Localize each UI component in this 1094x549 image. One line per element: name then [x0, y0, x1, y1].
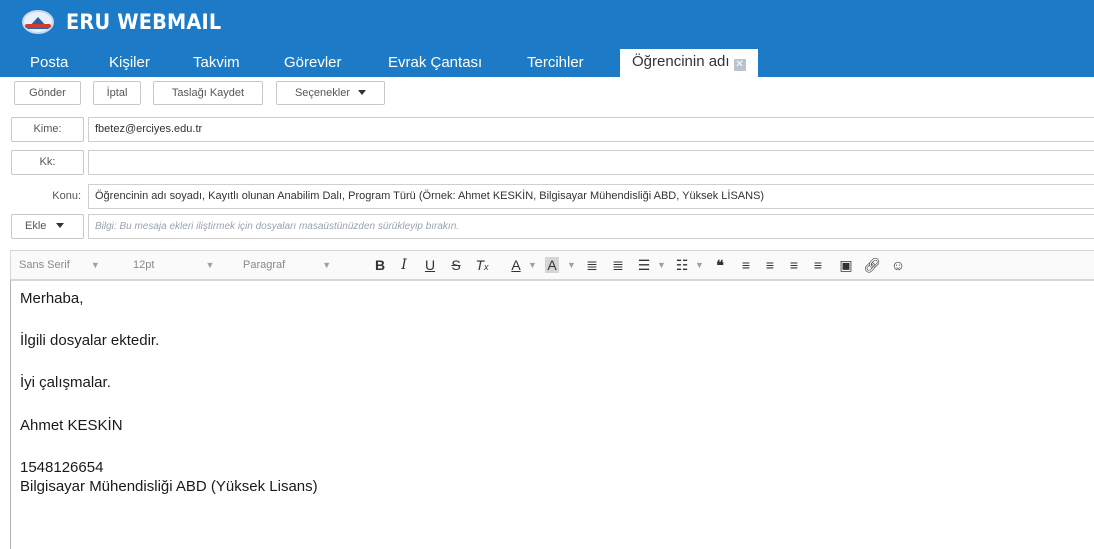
chevron-down-icon[interactable]: ▼ [695, 251, 704, 279]
attach-hint: Bilgi: Bu mesaja ekleri iliştirmek için … [95, 221, 460, 232]
body-signature-name: Ahmet KESKİN [20, 417, 123, 434]
compose-toolbar: Gönder İptal Taslağı Kaydet Seçenekler [0, 79, 1094, 107]
options-label: Seçenekler [294, 87, 351, 99]
body-line-attachments: İlgili dosyalar ektedir. [20, 332, 160, 349]
attach-label: Ekle [25, 220, 47, 232]
italic-icon[interactable]: I [395, 251, 413, 279]
chevron-down-icon: ▼ [205, 260, 215, 270]
message-body-editor[interactable]: Merhaba, İlgili dosyalar ektedir. İyi ça… [10, 280, 1094, 549]
main-tabs: Posta Kişiler Takvim Görevler Evrak Çant… [0, 48, 1094, 77]
align-right-icon[interactable]: ≡ [785, 251, 803, 279]
chevron-down-icon[interactable]: ▼ [567, 251, 576, 279]
numbered-list-icon[interactable]: ☷ [673, 251, 691, 279]
body-greeting: Merhaba, [20, 290, 84, 307]
tab-takvim[interactable]: Takvim [193, 48, 240, 77]
app-title: ERU WEBMAIL [66, 10, 222, 34]
bold-icon[interactable]: B [371, 251, 389, 279]
tab-compose-label: Öğrencinin adı [632, 53, 730, 70]
underline-icon[interactable]: U [421, 251, 439, 279]
insert-image-icon[interactable]: ▣ [837, 251, 855, 279]
university-logo-icon [22, 9, 54, 35]
body-line-closing: İyi çalışmalar. [20, 374, 111, 391]
tab-tercihler[interactable]: Tercihler [527, 48, 584, 77]
insert-link-icon[interactable]: 🔗︎ [863, 251, 881, 279]
chevron-down-icon: ▼ [90, 260, 100, 270]
cc-field[interactable] [88, 150, 1094, 175]
body-student-number: 1548126654 [20, 459, 104, 476]
save-draft-button[interactable]: Taslağı Kaydet [153, 81, 263, 105]
align-justify-icon[interactable]: ≡ [809, 251, 827, 279]
to-field[interactable]: fbetez@erciyes.edu.tr [88, 117, 1094, 142]
text-color-icon[interactable]: A [507, 251, 525, 279]
cc-button[interactable]: Kk: [11, 150, 84, 175]
editor-toolbar: Sans Serif ▼ 12pt ▼ Paragraf ▼ B I U S T… [10, 250, 1094, 280]
attach-drop-zone[interactable]: Bilgi: Bu mesaja ekleri iliştirmek için … [88, 214, 1094, 239]
font-size-select[interactable]: 12pt ▼ [133, 251, 214, 279]
tab-posta[interactable]: Posta [30, 48, 68, 77]
tab-kisiler[interactable]: Kişiler [109, 48, 150, 77]
align-left-icon[interactable]: ≡ [737, 251, 755, 279]
close-icon[interactable]: ✕ [733, 59, 746, 71]
indent-icon[interactable]: ≣ [609, 251, 627, 279]
chevron-down-icon [358, 90, 367, 95]
clear-formatting-icon[interactable]: Tx [473, 251, 491, 279]
font-family-select[interactable]: Sans Serif ▼ [19, 251, 100, 279]
app-header: ERU WEBMAIL Posta Kişiler Takvim Görevle… [0, 0, 1094, 77]
bullet-list-icon[interactable]: ☰ [635, 251, 653, 279]
tab-compose-active[interactable]: Öğrencinin adı ✕ [620, 49, 758, 77]
body-department: Bilgisayar Mühendisliği ABD (Yüksek Lisa… [20, 478, 318, 495]
block-format-value: Paragraf [243, 259, 286, 271]
strikethrough-icon[interactable]: S [447, 251, 465, 279]
cancel-button[interactable]: İptal [93, 81, 141, 105]
tab-evrak-cantasi[interactable]: Evrak Çantası [388, 48, 482, 77]
outdent-icon[interactable]: ≣ [583, 251, 601, 279]
brand: ERU WEBMAIL [0, 0, 235, 44]
attach-dropdown[interactable]: Ekle [11, 214, 84, 239]
options-dropdown[interactable]: Seçenekler [276, 81, 385, 105]
blockquote-icon[interactable]: ❝ [711, 251, 729, 279]
subject-field[interactable]: Öğrencinin adı soyadı, Kayıtlı olunan An… [88, 184, 1094, 209]
chevron-down-icon: ▼ [322, 260, 332, 270]
chevron-down-icon[interactable]: ▼ [657, 251, 666, 279]
subject-label: Konu: [52, 190, 81, 202]
emoticon-icon[interactable]: ☺ [889, 251, 907, 279]
font-family-value: Sans Serif [19, 259, 70, 271]
chevron-down-icon[interactable]: ▼ [528, 251, 537, 279]
font-size-value: 12pt [133, 259, 155, 271]
tab-gorevler[interactable]: Görevler [284, 48, 342, 77]
align-center-icon[interactable]: ≡ [761, 251, 779, 279]
to-button[interactable]: Kime: [11, 117, 84, 142]
highlight-color-icon[interactable]: A [543, 251, 561, 279]
send-button[interactable]: Gönder [14, 81, 81, 105]
block-format-select[interactable]: Paragraf ▼ [243, 251, 331, 279]
chevron-down-icon [56, 223, 65, 228]
